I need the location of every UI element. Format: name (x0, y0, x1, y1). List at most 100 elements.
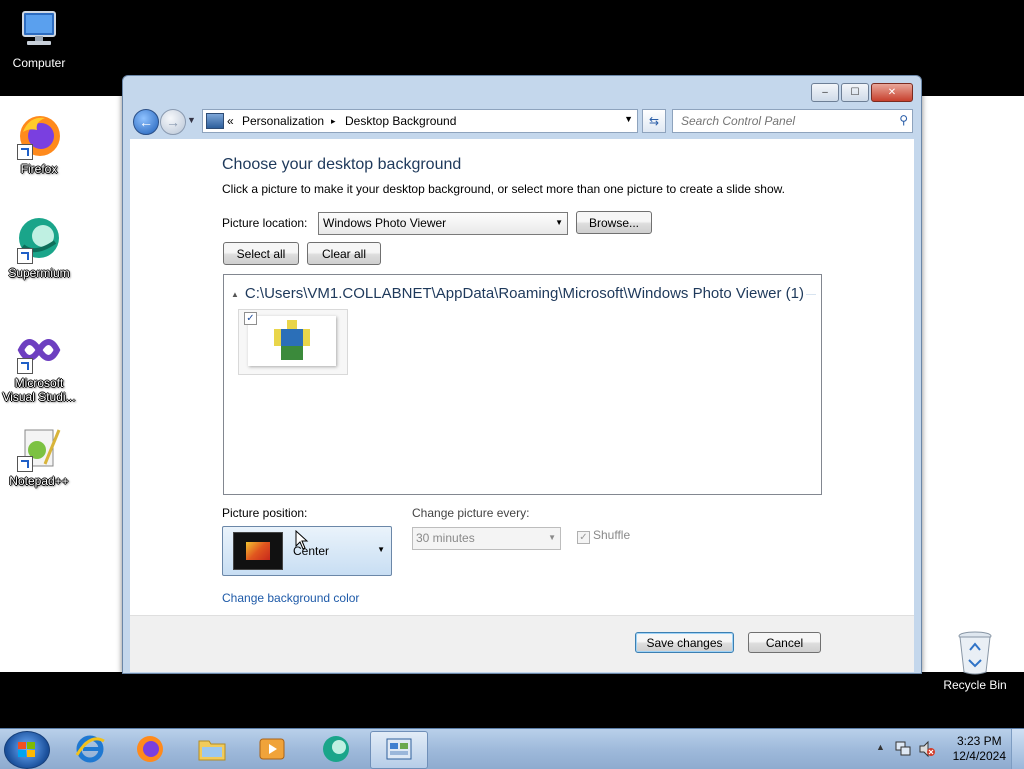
desktop-icon-computer[interactable]: Computer (0, 6, 78, 70)
picture-group-header[interactable]: ▲ C:\Users\VM1.COLLABNET\AppData\Roaming\… (231, 285, 804, 302)
forward-button[interactable]: → (160, 109, 186, 135)
select-all-button[interactable]: Select all (223, 242, 299, 265)
taskbar-supermium[interactable] (308, 731, 364, 767)
recent-pages-dropdown[interactable]: ▼ (187, 115, 196, 125)
notepadpp-icon (15, 424, 63, 472)
breadcrumb-overflow[interactable]: « (227, 114, 234, 128)
picture-location-select[interactable]: Windows Photo Viewer ▼ (318, 212, 568, 235)
computer-icon (15, 6, 63, 54)
desktop-icon-label: Microsoft Visual Studi... (2, 376, 76, 404)
picture-group-title: C:\Users\VM1.COLLABNET\AppData\Roaming\M… (244, 285, 805, 302)
supermium-icon (323, 736, 349, 762)
checkbox-icon: ✓ (577, 531, 590, 544)
page-title: Choose your desktop background (222, 156, 462, 173)
desktop-icon-recycle-bin[interactable]: Recycle Bin (936, 630, 1014, 692)
change-picture-every-label: Change picture every: (412, 506, 530, 520)
desktop-icon-firefox[interactable]: Firefox (0, 112, 78, 176)
desktop-icon-label: Recycle Bin (943, 678, 1007, 692)
taskbar: ▲ 3:23 PM 12/4/2024 (0, 728, 1024, 769)
taskbar-file-explorer[interactable] (184, 731, 240, 767)
mouse-cursor-icon (295, 530, 309, 550)
address-bar[interactable]: « Personalization ▸ Desktop Background ▼ (202, 109, 638, 133)
taskbar-firefox[interactable] (122, 731, 178, 767)
taskbar-media-player[interactable] (244, 731, 300, 767)
main-content: Choose your desktop background Click a p… (130, 139, 914, 672)
picture-location-label: Picture location: (222, 216, 308, 230)
change-picture-every-select[interactable]: 30 minutes ▼ (412, 527, 561, 550)
chevron-down-icon: ▼ (187, 115, 196, 125)
show-hidden-icons-icon[interactable]: ▲ (876, 742, 885, 752)
change-picture-every-value: 30 minutes (416, 531, 475, 545)
windows-logo-icon (18, 742, 35, 757)
group-divider (806, 294, 816, 295)
visual-studio-icon (15, 326, 63, 374)
volume-muted-icon[interactable] (918, 740, 936, 758)
breadcrumb-personalization[interactable]: Personalization (242, 114, 324, 128)
desktop-icon-supermium[interactable]: Supermium (0, 216, 78, 280)
shuffle-checkbox[interactable]: ✓ Shuffle (577, 528, 630, 544)
minimize-button[interactable]: – (811, 83, 839, 102)
shortcut-arrow-icon (17, 144, 33, 160)
chevron-down-icon: ▼ (377, 545, 385, 554)
roblox-character-image (248, 316, 336, 366)
close-button[interactable]: ✕ (871, 83, 913, 102)
thumbnail-checkbox[interactable]: ✓ (244, 312, 257, 325)
navigation-bar: ← → ▼ « Personalization ▸ Desktop Backgr… (131, 108, 913, 135)
page-subtitle: Click a picture to make it your desktop … (222, 182, 785, 196)
shortcut-arrow-icon (17, 248, 33, 264)
clock-time: 3:23 PM (956, 734, 1002, 748)
breadcrumb-separator-icon[interactable]: ▸ (331, 116, 336, 127)
desktop-icon-notepadpp[interactable]: Notepad++ (0, 424, 78, 488)
breadcrumb-desktop-background[interactable]: Desktop Background (345, 114, 456, 128)
network-icon[interactable] (894, 740, 912, 758)
collapse-triangle-icon[interactable]: ▲ (231, 290, 239, 299)
desktop-icon-visual-studio[interactable]: Microsoft Visual Studi... (0, 326, 78, 404)
browse-button[interactable]: Browse... (576, 211, 652, 234)
media-player-icon (259, 738, 285, 760)
desktop-icon-label: Firefox (20, 162, 58, 176)
shuffle-label: Shuffle (593, 528, 631, 542)
refresh-icon: ⇆ (648, 114, 660, 128)
recycle-bin-icon (955, 630, 995, 676)
shortcut-arrow-icon (17, 456, 33, 472)
picture-thumbnail[interactable]: ✓ (238, 309, 348, 375)
save-changes-button[interactable]: Save changes (635, 632, 734, 653)
window-controls: – ☐ ✕ (811, 83, 913, 102)
desktop-background-window: – ☐ ✕ ← → ▼ « Personalization ▸ Desktop … (122, 75, 922, 674)
taskbar-control-panel[interactable] (370, 731, 428, 769)
chevron-down-icon: ▼ (555, 218, 563, 227)
change-background-color-link[interactable]: Change background color (222, 591, 359, 605)
control-panel-icon (386, 738, 412, 760)
picture-location-value: Windows Photo Viewer (323, 216, 447, 230)
supermium-icon (15, 216, 63, 264)
cancel-button[interactable]: Cancel (748, 632, 821, 653)
start-button[interactable] (4, 731, 50, 769)
clock[interactable]: 3:23 PM 12/4/2024 (953, 734, 1006, 764)
chevron-down-icon: ▼ (548, 533, 556, 542)
back-button[interactable]: ← (133, 109, 159, 135)
maximize-button[interactable]: ☐ (841, 83, 869, 102)
arrow-right-icon: → (166, 114, 180, 130)
clear-all-button[interactable]: Clear all (307, 242, 381, 265)
desktop-icon-label: Computer (12, 56, 66, 70)
desktop-icon-label: Supermium (8, 266, 70, 280)
picture-position-label: Picture position: (222, 506, 308, 520)
shortcut-arrow-icon (17, 358, 33, 374)
firefox-icon (137, 736, 163, 762)
control-panel-icon (206, 113, 224, 129)
picture-list[interactable]: ▲ C:\Users\VM1.COLLABNET\AppData\Roaming\… (223, 274, 822, 495)
position-preview-icon (233, 532, 283, 570)
search-box[interactable]: ⚲ (672, 109, 913, 133)
internet-explorer-icon (75, 735, 105, 763)
clock-date: 12/4/2024 (952, 749, 1006, 763)
system-tray: ▲ 3:23 PM 12/4/2024 (864, 729, 1024, 769)
search-icon[interactable]: ⚲ (899, 113, 908, 127)
dialog-footer: Save changes Cancel (130, 615, 914, 672)
show-desktop-button[interactable] (1011, 729, 1024, 769)
folder-icon (198, 740, 226, 761)
address-dropdown-icon[interactable]: ▼ (624, 114, 633, 124)
arrow-left-icon: ← (139, 114, 153, 130)
taskbar-internet-explorer[interactable] (62, 731, 118, 767)
refresh-button[interactable]: ⇆ (642, 109, 666, 133)
search-input[interactable] (679, 113, 883, 129)
